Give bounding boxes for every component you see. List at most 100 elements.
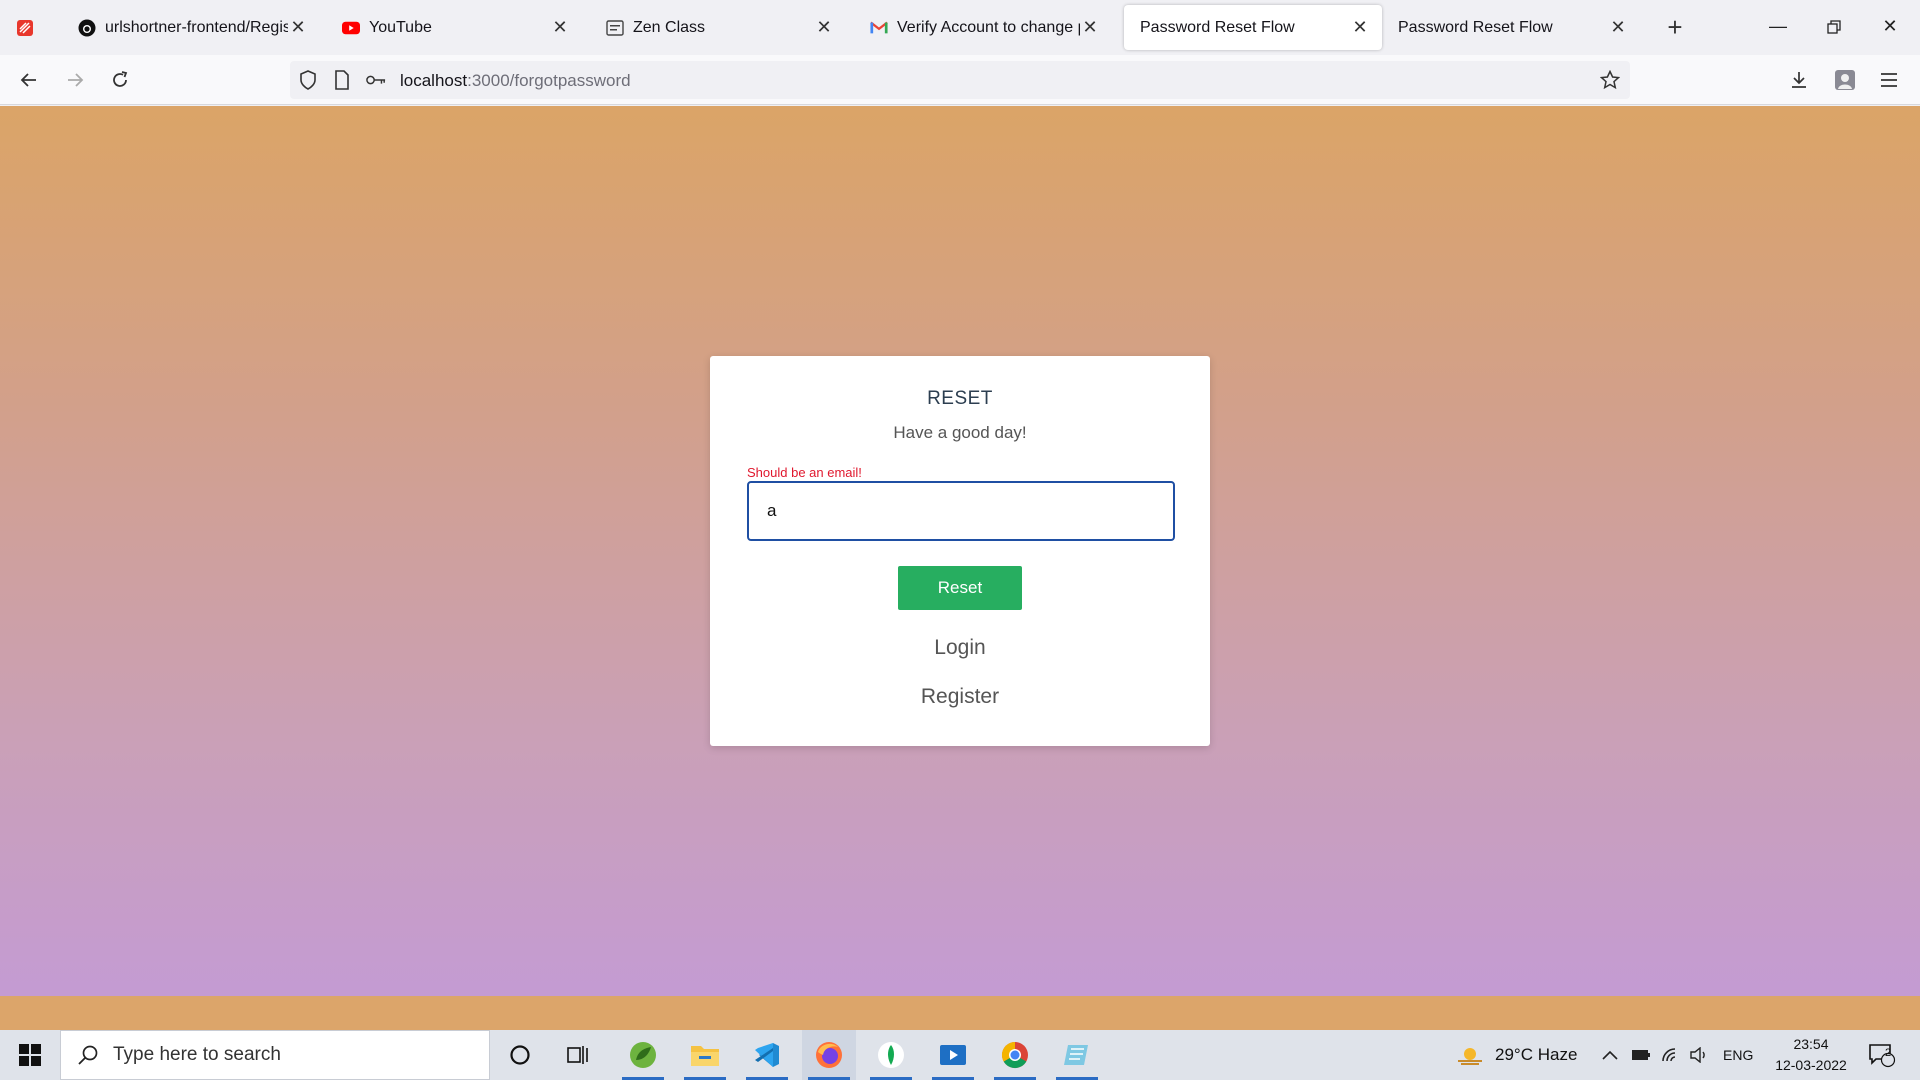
speaker-icon <box>1690 1047 1705 1063</box>
chevron-up-icon <box>1602 1050 1618 1060</box>
page-icon[interactable] <box>332 70 352 90</box>
bookmark-star-icon[interactable] <box>1600 70 1620 90</box>
tab-password-reset-active[interactable]: Password Reset Flow ✕ <box>1124 5 1382 50</box>
wifi-icon <box>1662 1048 1676 1062</box>
url-host: localhost <box>400 71 468 90</box>
taskbar-vscode[interactable] <box>740 1030 794 1080</box>
spring-tool-icon <box>630 1042 656 1068</box>
windows-taskbar: Type here to search 29°C Haze ENG 23:54 … <box>0 1030 1920 1080</box>
downloads-button[interactable] <box>1782 63 1816 97</box>
taskbar-search-box[interactable]: Type here to search <box>60 1030 490 1080</box>
system-clock[interactable]: 23:54 12-03-2022 <box>1766 1034 1856 1076</box>
back-arrow-icon <box>20 73 36 87</box>
key-icon[interactable] <box>366 70 386 90</box>
youtube-icon <box>342 19 360 37</box>
volume-tray[interactable] <box>1689 1030 1709 1080</box>
search-placeholder: Type here to search <box>113 1044 281 1065</box>
restore-button[interactable] <box>1806 0 1862 55</box>
mongodb-icon <box>878 1042 904 1068</box>
navigation-bar: localhost:3000/forgotpassword <box>0 55 1920 105</box>
new-tab-button[interactable]: + <box>1660 10 1690 45</box>
hamburger-menu-icon <box>1881 73 1897 87</box>
windows-logo-icon <box>19 1044 41 1066</box>
zen-class-icon <box>606 19 624 37</box>
folder-icon <box>691 1046 719 1066</box>
taskbar-mongodb-compass[interactable] <box>864 1030 918 1080</box>
firefox-view-icon <box>17 19 33 36</box>
weather-widget[interactable]: 29°C Haze <box>1455 1030 1577 1080</box>
firefox-view-button[interactable] <box>0 0 50 55</box>
taskbar-notepad-app[interactable] <box>1050 1030 1104 1080</box>
forward-button[interactable] <box>58 63 92 97</box>
tab-title: Verify Account to change pas <box>897 18 1080 36</box>
firefox-icon <box>816 1042 842 1068</box>
register-link[interactable]: Register <box>710 685 1210 709</box>
address-bar[interactable]: localhost:3000/forgotpassword <box>290 61 1630 99</box>
search-icon <box>78 1045 98 1065</box>
close-icon[interactable]: ✕ <box>814 17 834 38</box>
account-icon <box>1835 70 1855 90</box>
tab-title: Zen Class <box>633 18 706 36</box>
clock-date: 12-03-2022 <box>1775 1057 1847 1073</box>
tab-zen-class[interactable]: Zen Class ✕ <box>590 5 846 50</box>
task-view-icon <box>567 1046 588 1064</box>
tab-title: Password Reset Flow <box>1140 18 1295 36</box>
battery-icon <box>1632 1050 1650 1060</box>
tab-title: urlshortner-frontend/Register <box>105 18 288 36</box>
vscode-icon <box>755 1043 779 1067</box>
download-icon <box>1792 72 1806 88</box>
notification-center-button[interactable]: 2 <box>1868 1030 1896 1080</box>
close-icon[interactable]: ✕ <box>1608 17 1628 38</box>
login-link[interactable]: Login <box>710 636 1210 660</box>
card-title: RESET <box>927 388 993 409</box>
account-button[interactable] <box>1828 63 1862 97</box>
forward-arrow-icon <box>68 73 84 87</box>
reload-icon <box>113 71 128 87</box>
shield-icon[interactable] <box>298 70 318 90</box>
close-window-button[interactable]: ✕ <box>1862 0 1918 55</box>
media-player-icon <box>940 1045 966 1065</box>
tab-github[interactable]: urlshortner-frontend/Register ✕ <box>62 5 320 50</box>
weather-text: 29°C Haze <box>1495 1045 1578 1064</box>
tab-title: Password Reset Flow <box>1398 18 1553 36</box>
taskbar-file-explorer[interactable] <box>678 1030 732 1080</box>
menu-button[interactable] <box>1872 63 1906 97</box>
github-icon <box>78 19 96 37</box>
wifi-tray[interactable] <box>1661 1030 1681 1080</box>
taskbar-media-app[interactable] <box>926 1030 980 1080</box>
taskbar-firefox[interactable] <box>802 1030 856 1080</box>
cortana-button[interactable] <box>493 1030 547 1080</box>
tab-gmail[interactable]: Verify Account to change pas ✕ <box>854 5 1112 50</box>
task-view-button[interactable] <box>552 1030 606 1080</box>
battery-tray[interactable] <box>1631 1030 1651 1080</box>
cortana-circle-icon <box>510 1045 530 1065</box>
taskbar-spring-tools[interactable] <box>616 1030 670 1080</box>
back-button[interactable] <box>12 63 46 97</box>
card-subtitle: Have a good day! <box>893 423 1027 442</box>
email-field[interactable] <box>747 481 1175 541</box>
language-indicator[interactable]: ENG <box>1723 1030 1753 1080</box>
email-error-message: Should be an email! <box>747 465 862 480</box>
weather-sun-haze-icon <box>1458 1048 1482 1065</box>
page-bottom-strip <box>0 996 1920 1030</box>
reset-button[interactable]: Reset <box>898 566 1022 610</box>
close-icon[interactable]: ✕ <box>1080 17 1100 38</box>
url-path: :3000/forgotpassword <box>467 71 631 90</box>
taskbar-chrome[interactable] <box>988 1030 1042 1080</box>
reload-button[interactable] <box>103 63 137 97</box>
tab-youtube[interactable]: YouTube ✕ <box>326 5 582 50</box>
url-text[interactable]: localhost:3000/forgotpassword <box>400 71 631 91</box>
reset-card: RESET Have a good day! Should be an emai… <box>710 356 1210 746</box>
start-button[interactable] <box>0 1030 60 1080</box>
notification-count: 2 <box>1885 1047 1892 1059</box>
show-hidden-icons[interactable] <box>1602 1030 1618 1080</box>
restore-icon <box>1827 20 1841 34</box>
close-icon[interactable]: ✕ <box>1350 17 1370 38</box>
chrome-icon <box>1001 1041 1028 1069</box>
notes-app-icon <box>1064 1045 1088 1065</box>
tab-title: YouTube <box>369 18 432 36</box>
tab-password-reset[interactable]: Password Reset Flow ✕ <box>1382 5 1640 50</box>
close-icon[interactable]: ✕ <box>550 17 570 38</box>
minimize-button[interactable]: — <box>1750 0 1806 55</box>
close-icon[interactable]: ✕ <box>288 17 308 38</box>
